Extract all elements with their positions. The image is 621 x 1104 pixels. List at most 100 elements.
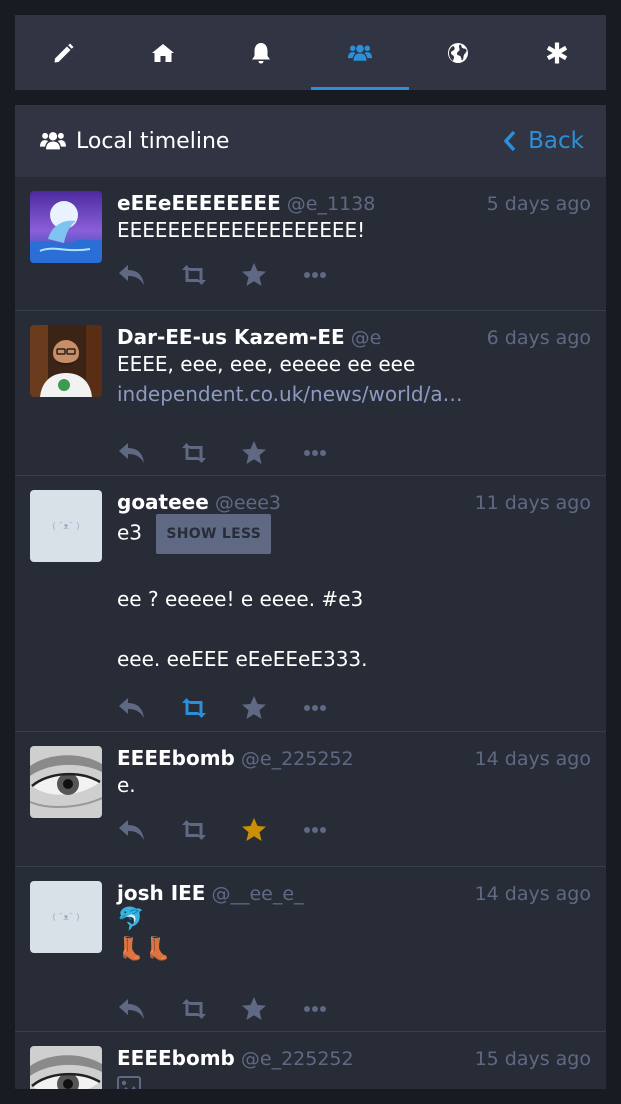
users-icon [40,132,66,150]
timestamp[interactable]: 5 days ago [487,193,591,215]
chevron-left-icon [503,130,516,152]
boost-button[interactable] [179,255,241,295]
column-title: Local timeline [76,128,230,154]
pencil-icon [54,43,74,62]
person-avatar-image [30,325,102,397]
reply-button[interactable] [117,989,179,1029]
home-icon [151,43,174,62]
favourite-button[interactable] [241,433,303,473]
account-handle[interactable]: @__ee_e_ [211,883,466,905]
users-icon [347,44,372,61]
favourite-button[interactable] [241,688,303,728]
favourite-button[interactable] [241,989,303,1029]
display-name[interactable]: josh IEE [117,881,205,905]
display-name[interactable]: eEEeEEEEEEEE [117,191,281,215]
ellipsis-icon [304,705,326,711]
boost-button[interactable] [179,433,241,473]
back-button[interactable]: Back [502,128,584,154]
timestamp[interactable]: 14 days ago [475,748,591,770]
boost-button[interactable] [179,989,241,1029]
account-handle[interactable]: @e_225252 [241,1048,467,1070]
display-name[interactable]: EEEEbomb [117,746,235,770]
star-icon [242,696,266,719]
ellipsis-icon [304,450,326,456]
more-button[interactable] [303,688,365,728]
status-item[interactable]: EEEEbomb @e_225252 14 days ago e. [15,732,606,867]
star-icon [242,997,266,1020]
reply-icon [119,698,144,718]
status-paragraph: eee. eeEEE eEeEEeE333. [117,647,368,671]
status-header: EEEEbomb @e_225252 14 days ago [117,746,591,770]
status-content: 🐬 👢👢 [117,905,591,965]
status-actions [117,245,591,305]
status-item[interactable]: eEEeEEEEEEEE @e_1138 5 days ago EEEEEEEE… [15,177,606,311]
more-button[interactable] [303,255,365,295]
dolphin-avatar-image [30,191,102,263]
tab-local-timeline[interactable] [310,15,410,90]
status-actions [117,979,591,1039]
account-handle[interactable]: @e_225252 [241,748,467,770]
display-name[interactable]: Dar-EE-us Kazem-EE [117,325,345,349]
retweet-icon [182,820,206,840]
back-label: Back [528,128,584,154]
avatar[interactable] [30,191,102,263]
reply-button[interactable] [117,255,179,295]
star-icon [242,441,266,464]
column-title-wrap: Local timeline [40,129,229,154]
status-link[interactable]: independent.co.uk/news/world/a… [117,379,467,409]
tab-federated[interactable] [409,15,508,90]
boost-button[interactable] [179,810,241,850]
account-handle[interactable]: @e_1138 [287,193,479,215]
display-name[interactable]: EEEEbomb [117,1046,235,1070]
spoiler-row: e3 SHOW LESS [117,514,591,554]
media-attachment-icon[interactable] [117,1076,591,1089]
status-item[interactable]: ( ˘ᴥ˘ ) goateee @eee3 11 days ago e3 SHO… [15,476,606,732]
default-avatar-face: ( ˘ᴥ˘ ) [52,521,80,532]
timestamp[interactable]: 15 days ago [475,1048,591,1070]
ellipsis-icon [304,1006,326,1012]
more-button[interactable] [303,989,365,1029]
status-paragraph: ee ? eeeee! e eeee. #e3 [117,587,364,611]
more-button[interactable] [303,433,365,473]
display-name[interactable]: goateee [117,490,209,514]
account-handle[interactable]: @e [351,327,479,349]
reply-icon [119,820,144,840]
timestamp[interactable]: 6 days ago [487,327,591,349]
avatar[interactable] [30,746,102,818]
tab-compose[interactable] [15,15,114,90]
avatar[interactable] [30,325,102,397]
reply-icon [119,265,144,285]
tab-preferences[interactable] [508,15,607,90]
status-content: EEEE, eee, eee, eeeee ee eee independent… [117,349,591,409]
boost-button[interactable] [179,688,241,728]
status-content: e. [117,773,136,797]
favourite-button[interactable] [241,255,303,295]
status-item[interactable]: EEEEbomb @e_225252 15 days ago [15,1032,606,1089]
ellipsis-icon [304,827,326,833]
timestamp[interactable]: 14 days ago [475,883,591,905]
show-less-button[interactable]: SHOW LESS [156,514,272,554]
timestamp[interactable]: 11 days ago [475,492,591,514]
star-icon [242,263,266,286]
tab-notifications[interactable] [212,15,311,90]
eye-avatar-image [30,1046,102,1089]
status-item[interactable]: Dar-EE-us Kazem-EE @e 6 days ago EEEE, e… [15,311,606,476]
reply-button[interactable] [117,688,179,728]
status-actions [117,800,591,860]
reply-button[interactable] [117,810,179,850]
retweet-icon [182,265,206,285]
avatar[interactable]: ( ˘ᴥ˘ ) [30,490,102,562]
status-item[interactable]: ( ˘ᴥ˘ ) josh IEE @__ee_e_ 14 days ago 🐬 … [15,867,606,1032]
status-header: goateee @eee3 11 days ago [117,490,591,514]
favourite-button[interactable] [241,810,303,850]
more-button[interactable] [303,810,365,850]
star-icon [242,818,266,841]
tab-home[interactable] [114,15,213,90]
avatar[interactable] [30,1046,102,1089]
reply-button[interactable] [117,433,179,473]
account-handle[interactable]: @eee3 [215,492,467,514]
avatar[interactable]: ( ˘ᴥ˘ ) [30,881,102,953]
retweet-icon [182,698,206,718]
asterisk-icon [546,42,567,63]
